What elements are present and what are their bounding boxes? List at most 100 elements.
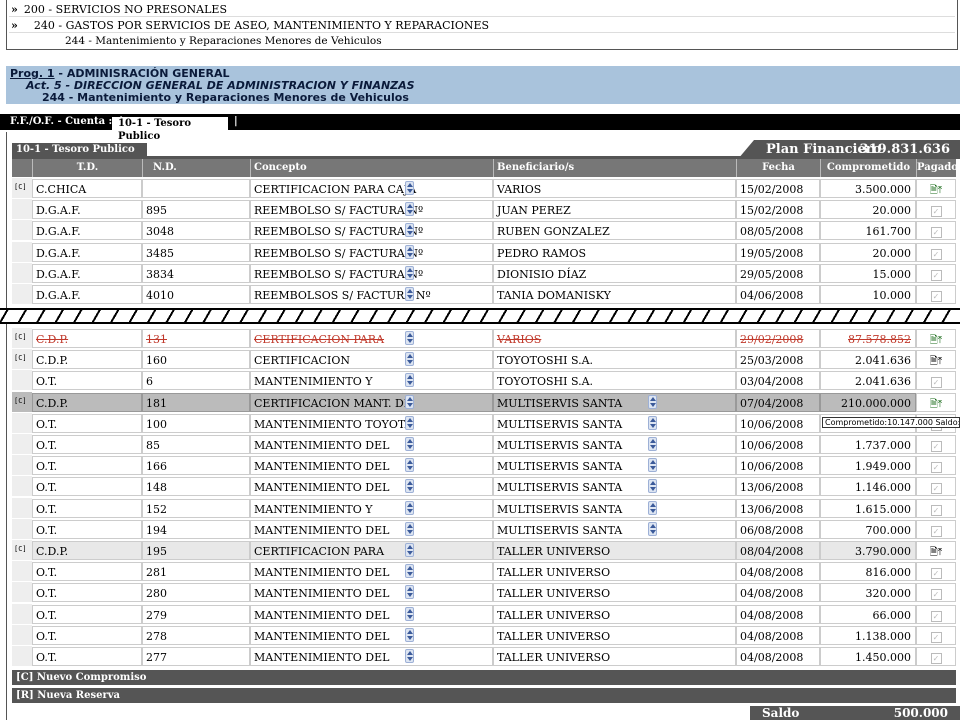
cell-pagado[interactable]: ✓ xyxy=(916,625,956,645)
table-row[interactable]: [C] C.D.P. 181 CERTIFICACION MANT. DE MULTIS… xyxy=(12,391,956,412)
commitment-tag[interactable]: [C] xyxy=(14,183,27,191)
spinner-arrows-icon[interactable] xyxy=(405,265,414,280)
spinner-arrows-icon[interactable] xyxy=(405,500,414,515)
spinner-arrows-icon[interactable] xyxy=(405,649,414,663)
cell-pagado[interactable]: 🗎⤒ xyxy=(916,392,956,412)
spinner-arrows-icon[interactable] xyxy=(405,352,414,367)
table-row[interactable]: O.T. 6 MANTENIMIENTO Y TOYOTOSHI S.A. 03/04/… xyxy=(12,370,956,391)
table-row[interactable]: O.T. 85 MANTENIMIENTO DEL MULTISERVIS SANTA… xyxy=(12,434,956,454)
spinner-arrows-icon[interactable] xyxy=(648,458,657,473)
checkbox-icon[interactable]: ✓ xyxy=(930,248,942,260)
table-row[interactable]: O.T. 194 MANTENIMIENTO DEL MULTISERVIS SANT… xyxy=(12,518,956,539)
spinner-arrows-icon[interactable] xyxy=(405,331,414,345)
spinner-arrows-icon[interactable] xyxy=(648,500,657,515)
table-row[interactable]: O.T. 148 MANTENIMIENTO DEL MULTISERVIS SANT… xyxy=(12,476,956,497)
breadcrumb-level-1[interactable]: » 200 - SERVICIOS NO PRESONALES xyxy=(11,2,227,17)
checkbox-icon[interactable]: ✓ xyxy=(930,589,942,601)
spinner-arrows-icon[interactable] xyxy=(405,415,414,430)
commitment-tag[interactable]: [C] xyxy=(14,397,27,405)
cell-pagado[interactable]: ✓ xyxy=(916,583,956,603)
spinner-arrows-icon[interactable] xyxy=(405,244,414,259)
spinner-arrows-icon[interactable] xyxy=(405,627,414,642)
spinner-arrows-icon[interactable] xyxy=(405,585,414,600)
cell-pagado[interactable]: ✓ xyxy=(916,242,956,262)
cell-pagado[interactable]: ✓ xyxy=(916,221,956,241)
spinner-arrows-icon[interactable] xyxy=(648,479,657,494)
checkbox-icon[interactable]: ✓ xyxy=(930,291,942,302)
table-row[interactable]: O.T. 100 MANTENIMIENTO TOYOTA MULTISERVIS S… xyxy=(12,412,956,433)
spinner-arrows-icon[interactable] xyxy=(405,479,414,494)
spinner-arrows-icon[interactable] xyxy=(648,521,657,536)
checkbox-icon[interactable]: ✓ xyxy=(930,441,942,452)
checkbox-icon[interactable]: ✓ xyxy=(930,525,942,537)
checkbox-icon[interactable]: ✓ xyxy=(930,269,942,281)
spinner-arrows-icon[interactable] xyxy=(405,543,414,557)
document-upload-icon[interactable]: 🗎⤒ xyxy=(930,185,942,196)
table-row[interactable]: [C] C.D.P. 131 CERTIFICACION PARA VARIOS 29/0… xyxy=(12,328,956,348)
table-row[interactable]: D.G.A.F. 3048 REEMBOLSO S/ FACTURA Nº RUBEN… xyxy=(12,220,956,241)
table-row[interactable]: D.G.A.F. 3485 REEMBOLSO S/ FACTURA Nº PEDRO… xyxy=(12,241,956,262)
nueva-reserva-button[interactable]: [R] Nueva Reserva xyxy=(12,688,956,703)
document-upload-icon[interactable]: 🗎⤒ xyxy=(930,356,942,367)
checkbox-icon[interactable]: ✓ xyxy=(930,610,942,622)
cell-pagado[interactable]: 🗎⤒ xyxy=(916,329,956,348)
checkbox-icon[interactable]: ✓ xyxy=(930,568,942,580)
spinner-arrows-icon[interactable] xyxy=(405,202,414,217)
document-upload-icon[interactable]: 🗎⤒ xyxy=(930,547,942,558)
spinner-arrows-icon[interactable] xyxy=(405,287,414,301)
table-row[interactable]: O.T. 278 MANTENIMIENTO DEL TALLER UNIVERSO 0… xyxy=(12,624,956,645)
spinner-arrows-icon[interactable] xyxy=(405,606,414,621)
checkbox-icon[interactable]: ✓ xyxy=(930,227,942,239)
table-row[interactable]: [C] C.D.P. 195 CERTIFICACION PARA TALLER UNI… xyxy=(12,540,956,560)
checkbox-icon[interactable]: ✓ xyxy=(930,631,942,643)
document-upload-icon[interactable]: 🗎⤒ xyxy=(930,335,942,346)
table-row[interactable]: D.G.A.F. 4010 REEMBOLSOS S/ FACTURA Nº TANI… xyxy=(12,284,956,304)
spinner-arrows-icon[interactable] xyxy=(648,415,657,430)
table-row[interactable]: D.G.A.F. 3834 REEMBOLSO S/ FACTURA Nº DIONI… xyxy=(12,262,956,283)
spinner-arrows-icon[interactable] xyxy=(405,181,414,195)
table-row[interactable]: O.T. 277 MANTENIMIENTO DEL TALLER UNIVERSO 0… xyxy=(12,646,956,666)
spinner-arrows-icon[interactable] xyxy=(405,437,414,451)
cell-pagado[interactable]: ✓ xyxy=(916,456,956,476)
cell-pagado[interactable]: ✓ xyxy=(916,285,956,304)
checkbox-icon[interactable]: ✓ xyxy=(930,462,942,474)
commitment-tag[interactable]: [C] xyxy=(14,354,27,362)
spinner-arrows-icon[interactable] xyxy=(648,437,657,451)
table-row[interactable]: O.T. 281 MANTENIMIENTO DEL TALLER UNIVERSO 0… xyxy=(12,561,956,582)
spinner-arrows-icon[interactable] xyxy=(405,223,414,238)
commitment-tag[interactable]: [C] xyxy=(14,545,27,553)
spinner-arrows-icon[interactable] xyxy=(405,394,414,409)
table-row[interactable]: [C] C.CHICA CERTIFICACION PARA CAJA VARIOS 1… xyxy=(12,178,956,198)
checkbox-icon[interactable]: ✓ xyxy=(930,653,942,664)
commitment-tag[interactable]: [C] xyxy=(14,333,27,341)
spinner-arrows-icon[interactable] xyxy=(405,521,414,536)
spinner-arrows-icon[interactable] xyxy=(405,373,414,388)
cell-pagado[interactable]: ✓ xyxy=(916,604,956,624)
table-row[interactable]: D.G.A.F. 895 REEMBOLSO S/ FACTURA Nº JUAN P… xyxy=(12,199,956,220)
spinner-arrows-icon[interactable] xyxy=(405,564,414,579)
cell-pagado[interactable]: ✓ xyxy=(916,519,956,539)
table-row[interactable]: O.T. 279 MANTENIMIENTO DEL TALLER UNIVERSO 0… xyxy=(12,603,956,624)
nuevo-compromiso-button[interactable]: [C] Nuevo Compromiso xyxy=(12,670,956,685)
table-row[interactable]: O.T. 280 MANTENIMIENTO DEL TALLER UNIVERSO 0… xyxy=(12,582,956,603)
checkbox-icon[interactable]: ✓ xyxy=(930,206,942,218)
table-row[interactable]: [C] C.D.P. 160 CERTIFICACION TOYOTOSHI S.A. 2… xyxy=(12,349,956,370)
checkbox-icon[interactable]: ✓ xyxy=(930,377,942,389)
cell-pagado[interactable]: 🗎⤒ xyxy=(916,179,956,198)
spinner-arrows-icon[interactable] xyxy=(405,458,414,473)
tab-tesoro-publico[interactable]: 10-1 - Tesoro Publico xyxy=(112,117,228,142)
cell-pagado[interactable]: 🗎⤒ xyxy=(916,350,956,370)
document-upload-icon[interactable]: 🗎⤒ xyxy=(930,399,942,410)
breadcrumb-level-2[interactable]: » 240 - GASTOS POR SERVICIOS DE ASEO, MAN… xyxy=(11,18,489,33)
cell-pagado[interactable]: 🗎⤒ xyxy=(916,541,956,560)
cell-pagado[interactable]: ✓ xyxy=(916,435,956,454)
cell-pagado[interactable]: ✓ xyxy=(916,371,956,391)
checkbox-icon[interactable]: ✓ xyxy=(930,504,942,516)
table-row[interactable]: O.T. 166 MANTENIMIENTO DEL MULTISERVIS SANT… xyxy=(12,455,956,476)
cell-pagado[interactable]: ✓ xyxy=(916,562,956,582)
cell-pagado[interactable]: ✓ xyxy=(916,498,956,518)
cell-pagado[interactable]: ✓ xyxy=(916,200,956,220)
spinner-arrows-icon[interactable] xyxy=(648,394,657,409)
cell-pagado[interactable]: ✓ xyxy=(916,477,956,497)
checkbox-icon[interactable]: ✓ xyxy=(930,483,942,495)
